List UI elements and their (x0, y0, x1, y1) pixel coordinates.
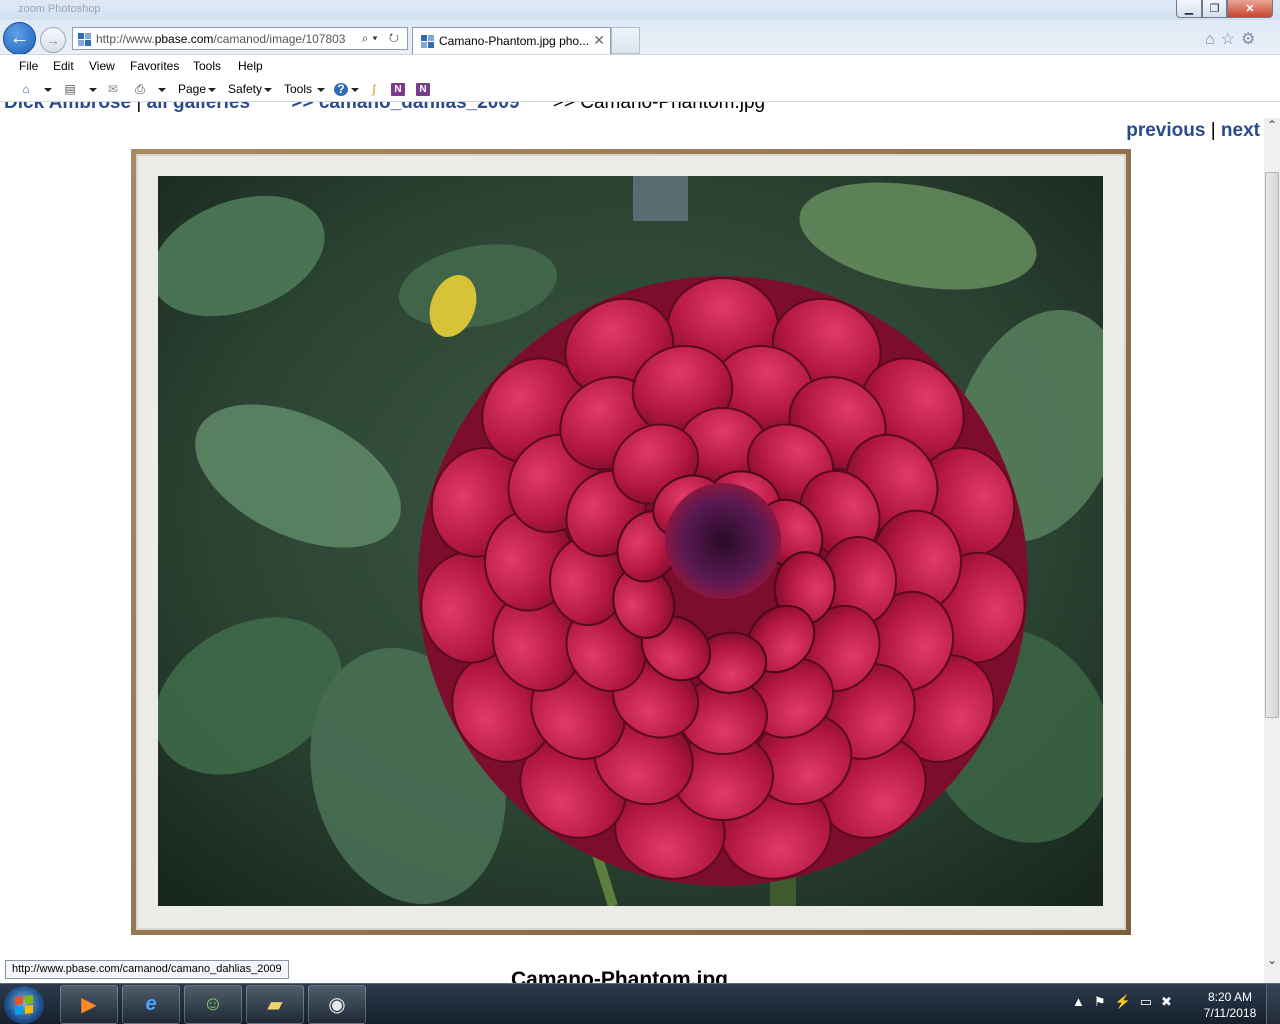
page-dropdown-icon[interactable] (208, 88, 216, 92)
prev-next-separator: | (1210, 120, 1216, 141)
back-button[interactable]: ← (3, 22, 36, 55)
status-url-tooltip: http://www.pbase.com/camanod/camano_dahl… (5, 960, 289, 979)
breadcrumb-gallery-link[interactable]: >> camano_dahlias_2009 (291, 102, 519, 113)
onenote-icon[interactable]: N (391, 83, 405, 96)
address-bar[interactable]: http://www.pbase.com/camanod/image/10780… (72, 27, 408, 50)
window-title: zoom Photoshop (18, 3, 101, 15)
feeds-icon[interactable]: ▤ (63, 83, 77, 96)
dahlia-photo-art (158, 176, 1103, 906)
forward-button[interactable]: → (40, 27, 66, 53)
breadcrumb-current: >> Camano-Phantom.jpg (552, 102, 766, 113)
home-icon[interactable]: ⌂ (19, 83, 33, 96)
help-dropdown-icon[interactable] (351, 88, 359, 92)
menu-edit[interactable]: Edit (53, 59, 74, 73)
tab-close-icon[interactable]: ✕ (593, 32, 605, 49)
network-users-taskbar-icon[interactable]: ☺ (184, 985, 242, 1024)
research-icon[interactable]: ʃ (367, 83, 381, 96)
breadcrumb-all-galleries-link[interactable]: all galleries (147, 102, 251, 113)
breadcrumb: Dick Ambrose | all galleries >> camano_d… (4, 102, 765, 114)
pbase-tab-favicon-icon (421, 35, 434, 48)
window-titlebar: zoom Photoshop ▁ ❐ ✕ (0, 0, 1280, 20)
menu-favorites[interactable]: Favorites (130, 59, 179, 73)
system-tray-icons[interactable]: ▲⚑⚡▭✖ (1072, 994, 1181, 1010)
menu-view[interactable]: View (89, 59, 115, 73)
command-bar: ⌂ ▤ ✉ ⎙ Page Safety Tools ? ʃ N N (0, 78, 1280, 102)
feeds-dropdown-icon[interactable] (89, 88, 97, 92)
photo-mat (136, 154, 1126, 930)
home-dropdown-icon[interactable] (44, 88, 52, 92)
breadcrumb-user-link[interactable]: Dick Ambrose (4, 102, 131, 113)
tab-camano-phantom[interactable]: Camano-Phantom.jpg pho... ✕ (412, 27, 611, 54)
photo-viewer-taskbar-icon[interactable]: ◉ (308, 985, 366, 1024)
internet-explorer-taskbar-icon[interactable]: e (122, 985, 180, 1024)
menu-bar: File Edit View Favorites Tools Help (0, 54, 1280, 78)
pbase-favicon-icon (78, 33, 91, 46)
maximize-button[interactable]: ❐ (1202, 0, 1227, 18)
tools-dropdown-icon[interactable] (317, 88, 325, 92)
menu-tools[interactable]: Tools (193, 59, 221, 73)
safety-menu[interactable]: Safety (228, 82, 262, 96)
tab-label: Camano-Phantom.jpg pho... (439, 34, 590, 48)
print-icon[interactable]: ⎙ (133, 83, 147, 96)
onenote-linked-icon[interactable]: N (416, 83, 430, 96)
menu-file[interactable]: File (19, 59, 38, 73)
next-link[interactable]: next (1221, 120, 1260, 141)
windows-logo-icon (15, 995, 33, 1015)
mail-icon[interactable]: ✉ (106, 83, 120, 96)
page-content: Dick Ambrose | all galleries >> camano_d… (0, 102, 1264, 983)
tools-menu[interactable]: Tools (284, 82, 312, 96)
clock-date: 7/11/2018 (1203, 1006, 1257, 1020)
previous-link[interactable]: previous (1126, 120, 1205, 141)
dahlia-photo[interactable] (158, 176, 1103, 906)
clock-time: 8:20 AM (1207, 990, 1253, 1004)
page-menu[interactable]: Page (178, 82, 206, 96)
photo-caption: Camano-Phantom.jpg (511, 968, 729, 983)
safety-dropdown-icon[interactable] (264, 88, 272, 92)
scroll-thumb[interactable] (1265, 172, 1279, 718)
minimize-button[interactable]: ▁ (1176, 0, 1202, 18)
close-button[interactable]: ✕ (1227, 0, 1273, 18)
breadcrumb-separator: | (136, 102, 142, 113)
clock[interactable]: 8:20 AM 7/11/2018 (1198, 989, 1262, 1021)
file-explorer-taskbar-icon[interactable]: ▰ (246, 985, 304, 1024)
scroll-down-icon[interactable]: ⌄ (1264, 953, 1280, 971)
media-player-taskbar-icon[interactable]: ▶ (60, 985, 118, 1024)
show-desktop-button[interactable] (1266, 984, 1280, 1024)
new-tab-button[interactable] (611, 27, 640, 54)
photo-frame (131, 149, 1131, 935)
scroll-up-icon[interactable]: ⌃ (1264, 118, 1280, 136)
taskbar: ▶ e ☺ ▰ ◉ ▲⚑⚡▭✖ 8:20 AM 7/11/2018 (0, 983, 1280, 1024)
home-favorites-settings-icons[interactable]: ⌂☆⚙ (1205, 29, 1261, 49)
start-button[interactable] (4, 986, 44, 1024)
search-refresh-icons[interactable]: ⌕▾ ↻ (362, 31, 403, 46)
prev-next-nav: previous | next (1126, 120, 1260, 142)
menu-help[interactable]: Help (238, 59, 263, 73)
navigation-bar: ← → http://www.pbase.com/camanod/image/1… (0, 20, 1280, 55)
print-dropdown-icon[interactable] (158, 88, 166, 92)
address-url[interactable]: http://www.pbase.com/camanod/image/10780… (96, 32, 361, 46)
help-icon[interactable]: ? (334, 83, 348, 96)
